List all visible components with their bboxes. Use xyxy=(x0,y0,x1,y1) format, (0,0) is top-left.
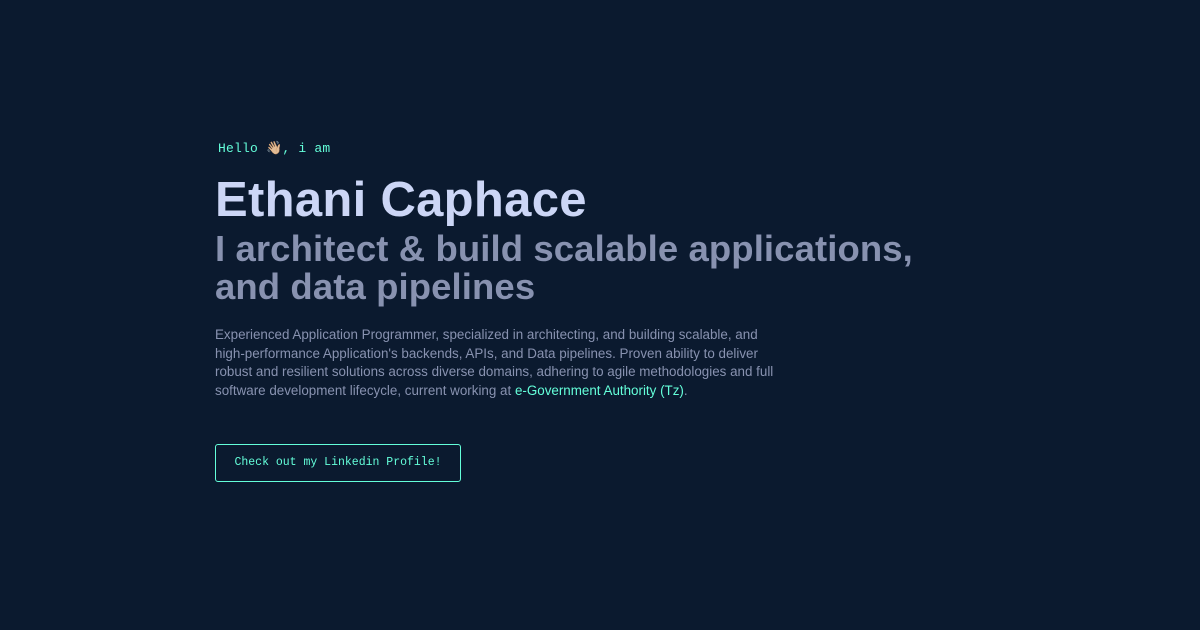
bio-line-2: high-performance Application's backends,… xyxy=(215,345,758,361)
linkedin-profile-button[interactable]: Check out my Linkedin Profile! xyxy=(215,444,461,482)
waving-hand-icon: 👋🏼 xyxy=(266,141,283,156)
tagline-line-1: I architect & build scalable application… xyxy=(215,228,913,269)
greeting-suffix: , i am xyxy=(282,141,331,156)
greeting-text: Hello 👋🏼, i am xyxy=(218,138,1015,160)
bio-line-4: software development lifecycle, current … xyxy=(215,382,785,401)
hero-tagline: I architect & build scalable application… xyxy=(215,230,1015,306)
greeting-label: Hello xyxy=(218,141,259,156)
bio-line-3: robust and resilient solutions across di… xyxy=(215,364,774,379)
hero-name: Ethani Caphace xyxy=(215,173,587,227)
hero-section: Hello 👋🏼, i am Ethani Caphace I architec… xyxy=(215,138,1015,400)
tagline-line-2: and data pipelines xyxy=(215,266,536,307)
bio-line-1: Experienced Application Programmer, spec… xyxy=(215,327,758,342)
bio-line-4-suffix: . xyxy=(683,382,688,398)
bio-line-4-prefix: software development lifecycle, current … xyxy=(215,382,515,398)
employer-link[interactable]: e-Government Authority (Tz) xyxy=(515,383,684,398)
hero-bio: Experienced Application Programmer, spec… xyxy=(215,326,785,400)
